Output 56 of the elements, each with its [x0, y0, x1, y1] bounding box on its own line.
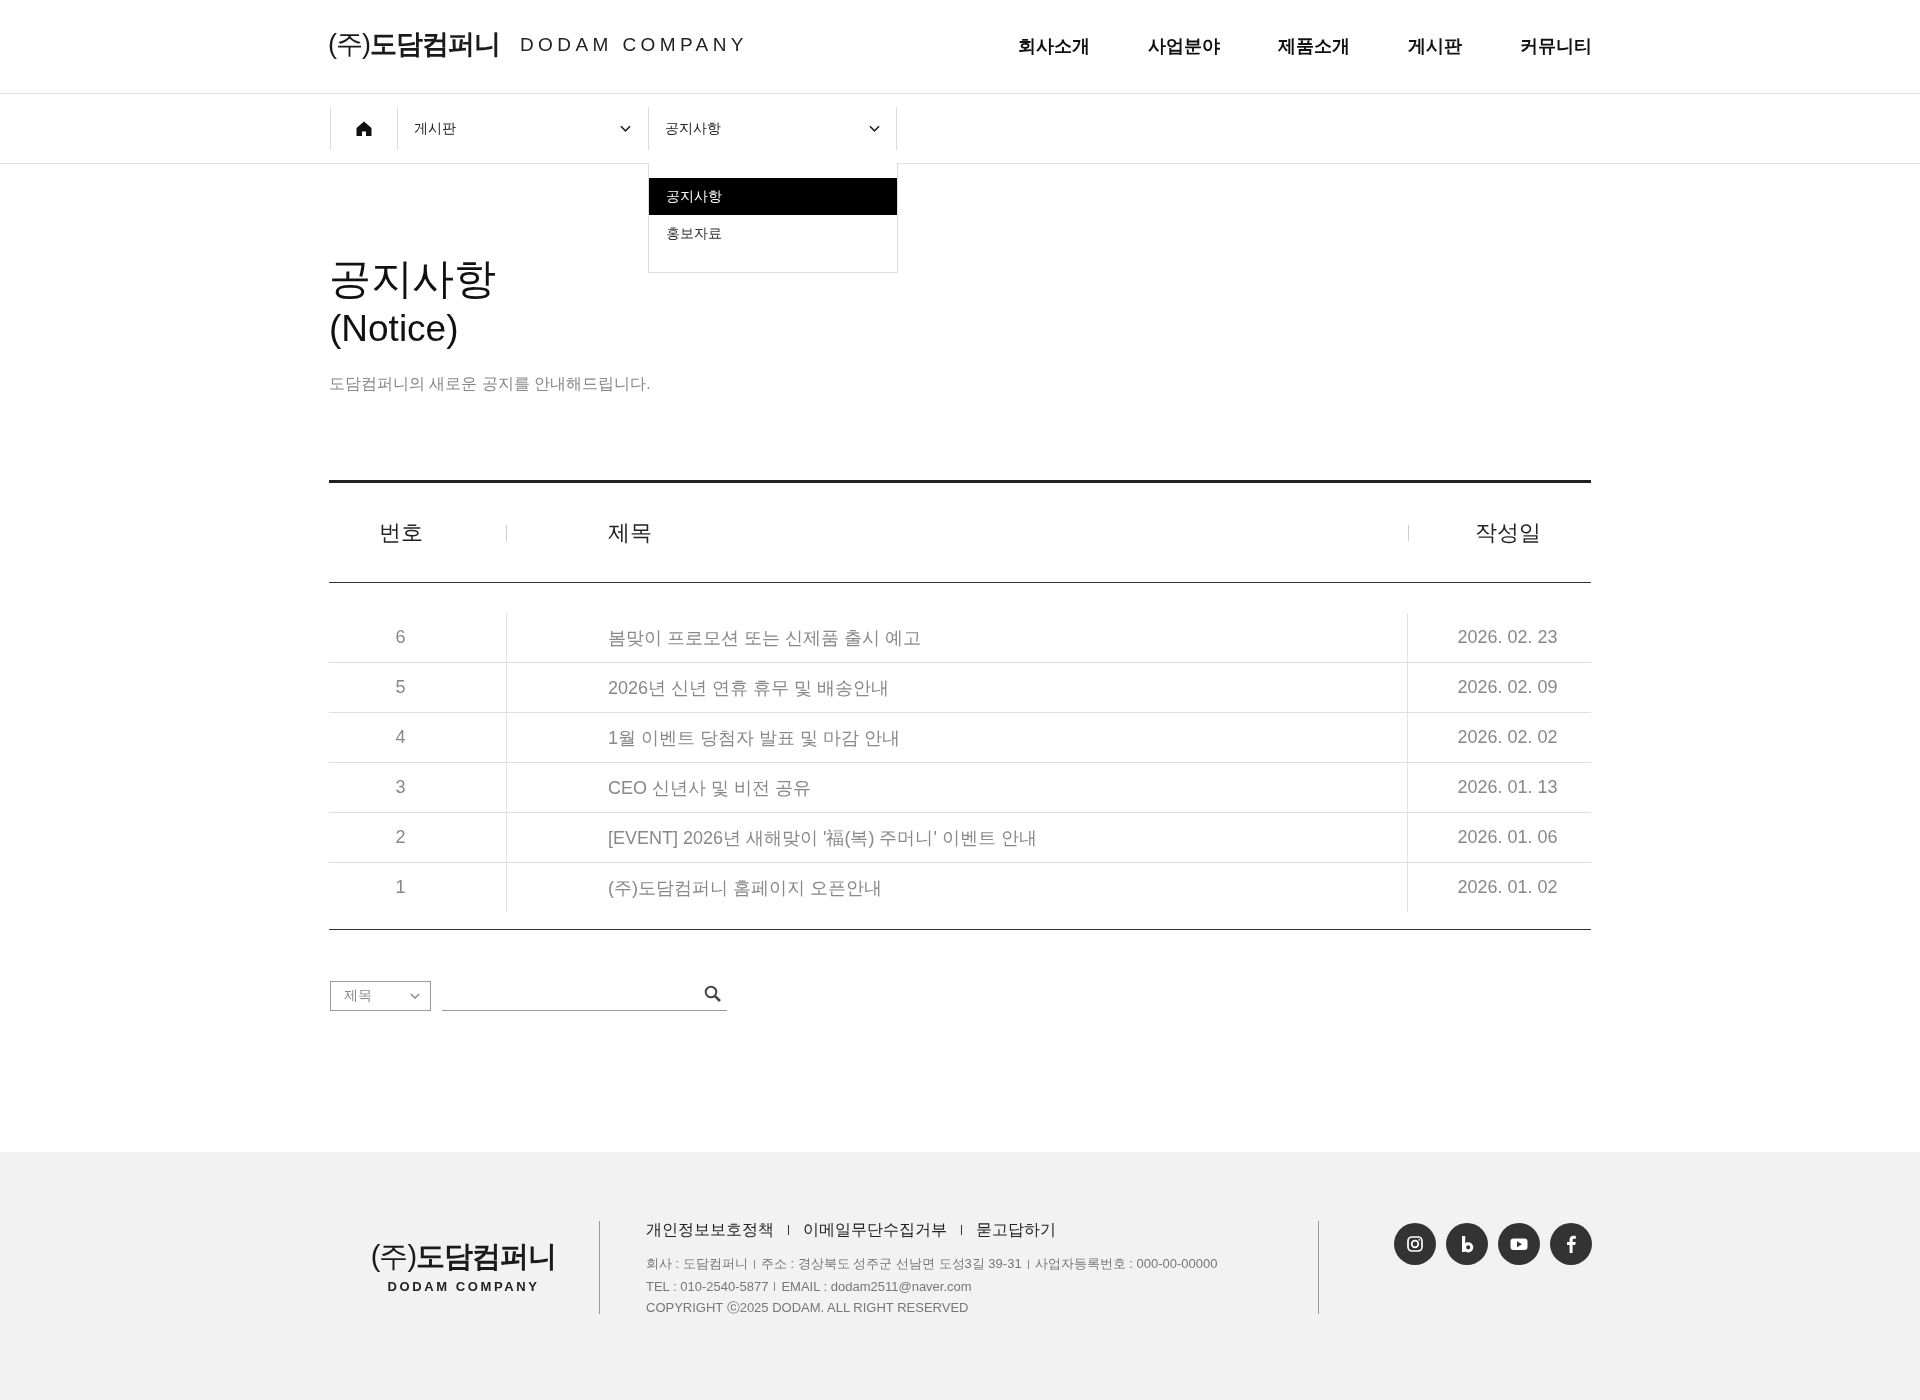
date-cell-text: 2026. 02. 23 — [1456, 626, 1559, 649]
search-icon[interactable] — [704, 985, 721, 1002]
footer-link[interactable]: 이메일무단수집거부 — [803, 1221, 947, 1239]
number-cell-text: 2 — [394, 826, 407, 849]
page-title: 공지사항 — [329, 254, 496, 304]
notice-title-link[interactable]: 봄맞이 프로모션 또는 신제품 출시 예고 — [608, 625, 921, 650]
nav-link[interactable]: 제품소개 — [1278, 36, 1350, 55]
footer-logo-text: (주)도담컴퍼니 — [370, 1242, 557, 1271]
nav-link[interactable]: 커뮤니티 — [1520, 36, 1592, 55]
footer-info-text: TEL : 010-2540-5877 — [646, 1278, 769, 1294]
chevron-icon — [869, 125, 880, 132]
number-cell-text: 3 — [394, 776, 407, 799]
number-cell-text: 6 — [394, 626, 407, 649]
number-cell-text: 1 — [394, 876, 407, 899]
logo-english-text[interactable]: DODAM COMPANY — [520, 35, 748, 54]
number-cell-text: 4 — [394, 726, 407, 749]
nav-link[interactable]: 회사소개 — [1018, 36, 1090, 55]
page-description: 도담컴퍼니의 새로운 공지를 안내해드립니다. — [329, 374, 652, 394]
youtube-icon[interactable] — [1498, 1223, 1540, 1265]
footer-info-text: 사업자등록번호 : 000-00-00000 — [1034, 1255, 1218, 1273]
notice-title-link[interactable]: [EVENT] 2026년 새해맞이 '福(복) 주머니' 이벤트 안내 — [608, 825, 1037, 850]
footer-info-text: EMAIL : dodam2511@naver.com — [781, 1278, 972, 1294]
date-cell-text: 2026. 02. 09 — [1456, 676, 1559, 699]
instagram-icon[interactable] — [1394, 1223, 1436, 1265]
breadcrumb-dropdown[interactable]: 공지사항 — [648, 94, 897, 163]
home-icon — [355, 121, 372, 136]
notice-title-link[interactable]: (주)도담컴퍼니 홈페이지 오픈안내 — [608, 875, 882, 900]
nav-link[interactable]: 사업분야 — [1148, 36, 1220, 55]
chevron-icon — [620, 125, 631, 132]
facebook-icon[interactable] — [1550, 1223, 1592, 1265]
search-scope-select[interactable]: 제목 — [330, 981, 431, 1011]
page-subtitle: (Notice) — [329, 307, 460, 351]
footer-info-text: 주소 : 경상북도 성주군 선남면 도성3길 39-31 — [760, 1255, 1022, 1273]
column-header: 제목 — [506, 483, 1408, 582]
letter-b-icon[interactable] — [1446, 1223, 1488, 1265]
footer-info-text: 회사 : 도담컴퍼니 — [646, 1255, 748, 1273]
logo-text[interactable]: (주)도담컴퍼니 — [328, 31, 500, 58]
footer-logo-english-text: DODAM COMPANY — [387, 1280, 540, 1293]
date-cell-text: 2026. 01. 02 — [1456, 876, 1559, 899]
menu-item[interactable]: 공지사항 — [649, 178, 897, 215]
footer-link[interactable]: 묻고답하기 — [976, 1221, 1056, 1239]
notice-title-link[interactable]: CEO 신년사 및 비전 공유 — [608, 775, 811, 800]
breadcrumb-dropdown[interactable]: 게시판 — [397, 94, 648, 163]
footer-info-text: COPYRIGHT ⓒ2025 DODAM. ALL RIGHT RESERVED — [646, 1299, 969, 1317]
column-header: 작성일 — [1408, 483, 1591, 582]
notice-title-link[interactable]: 2026년 신년 연휴 휴무 및 배송안내 — [608, 675, 890, 700]
date-cell-text: 2026. 02. 02 — [1456, 726, 1559, 749]
nav-link[interactable]: 게시판 — [1408, 36, 1462, 55]
date-cell-text: 2026. 01. 13 — [1456, 776, 1559, 799]
column-header: 번호 — [377, 518, 424, 547]
number-cell-text: 5 — [394, 676, 407, 699]
chevron-icon — [410, 993, 420, 999]
notice-title-link[interactable]: 1월 이벤트 당첨자 발표 및 마감 안내 — [608, 725, 901, 750]
menu-item[interactable]: 홍보자료 — [649, 215, 897, 252]
date-cell-text: 2026. 01. 06 — [1456, 826, 1559, 849]
footer-link[interactable]: 개인정보보호정책 — [646, 1221, 774, 1239]
